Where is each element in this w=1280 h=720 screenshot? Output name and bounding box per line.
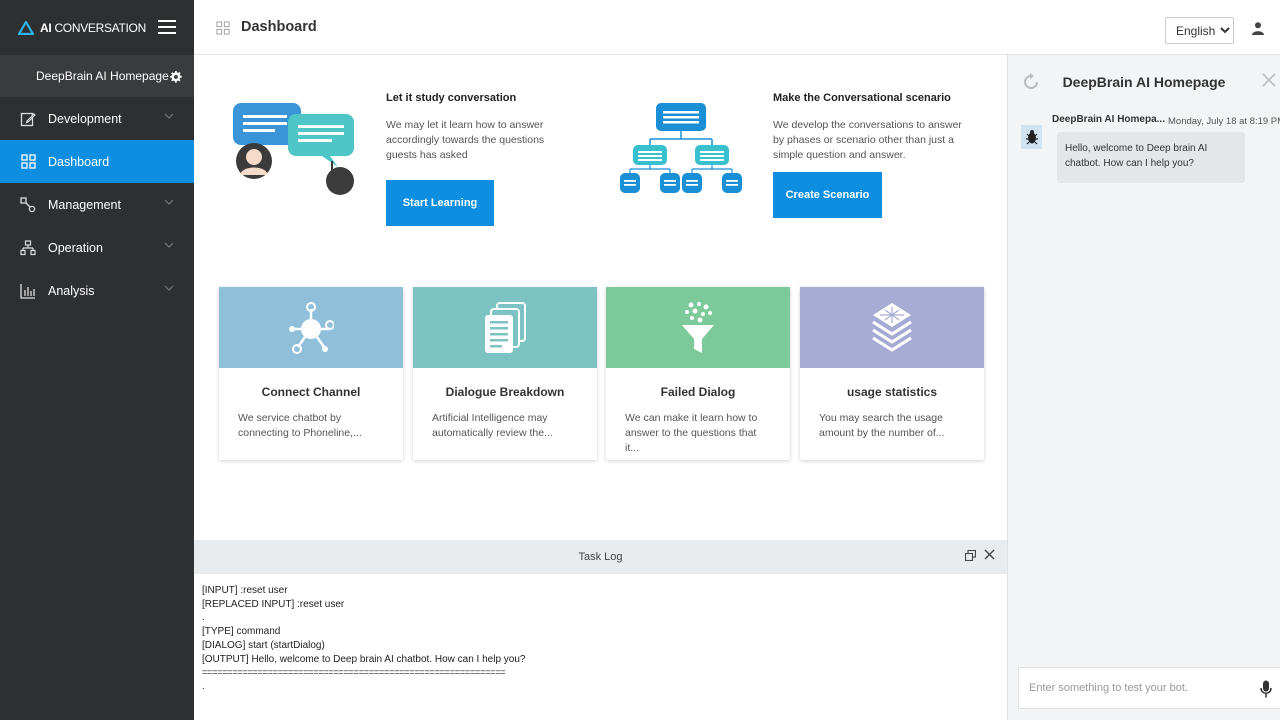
top-header: Dashboard English <box>194 0 1280 55</box>
log-line: [REPLACED INPUT] :reset user <box>202 598 345 610</box>
scenario-tree-illustration <box>620 103 742 193</box>
card-header <box>606 287 790 368</box>
card-title: usage statistics <box>846 385 938 399</box>
promo-description: We may let it learn how to answer accord… <box>386 119 545 161</box>
message-bubble: Hello, welcome to Deep brain AI chatbot.… <box>1057 132 1245 183</box>
gear-icon[interactable] <box>169 70 182 83</box>
card-dialogue-breakdown[interactable]: Dialogue Breakdown Artificial Intelligen… <box>413 287 597 460</box>
card-description: Artificial Intelligence may automaticall… <box>432 412 553 439</box>
chat-header: DeepBrain AI Homepage <box>1008 55 1280 109</box>
card-description: You may search the usage amount by the n… <box>819 412 945 439</box>
task-log-panel: Task Log [INPUT] :reset user [REPLACED I… <box>194 540 1007 720</box>
log-line: [TYPE] command <box>202 626 281 638</box>
close-icon[interactable] <box>984 549 995 560</box>
edit-icon <box>20 111 36 127</box>
chat-input[interactable] <box>1019 668 1249 708</box>
network-icon <box>289 301 334 354</box>
task-log-output: [INPUT] :reset user [REPLACED INPUT] :re… <box>194 574 1007 704</box>
card-header <box>800 287 984 368</box>
sidebar: AI CONVERSATION DeepBrain AI Homepage De… <box>0 0 194 720</box>
bot-avatar <box>1021 125 1042 149</box>
sidebar-item-label: Dashboard <box>48 154 110 169</box>
card-header <box>219 287 403 368</box>
documents-icon <box>485 301 526 353</box>
microphone-icon[interactable] <box>1260 680 1272 698</box>
sidebar-item-analysis[interactable]: Analysis <box>0 269 194 312</box>
task-log-title: Task Log <box>578 551 623 563</box>
brand-name: AI CONVERSATION <box>40 20 146 35</box>
card-title: Failed Dialog <box>660 385 736 399</box>
card-title: Connect Channel <box>261 385 361 399</box>
sidebar-item-label: Operation <box>48 240 103 255</box>
logo-icon <box>18 20 34 35</box>
promo-title: Let it study conversation <box>386 92 517 104</box>
bot-test-panel: DeepBrain AI Homepage DeepBrain AI Homep… <box>1007 55 1280 720</box>
hierarchy-icon <box>20 239 36 256</box>
message-timestamp: Monday, July 18 at 8:19 PM <box>1168 116 1280 127</box>
sidebar-item-label: Management <box>48 197 121 212</box>
card-failed-dialog[interactable]: Failed Dialog We can make it learn how t… <box>606 287 790 460</box>
start-learning-button[interactable]: Start Learning <box>386 180 494 226</box>
bar-chart-icon <box>20 283 36 299</box>
sidebar-item-development[interactable]: Development <box>0 97 194 140</box>
restore-window-icon[interactable] <box>965 550 976 561</box>
chevron-down-icon <box>164 285 174 291</box>
chevron-down-icon <box>164 242 174 248</box>
promo-scenario: Make the Conversational scenario We deve… <box>773 92 963 163</box>
layers-icon <box>872 302 912 352</box>
brand[interactable]: AI CONVERSATION <box>0 0 194 55</box>
menu-toggle-icon[interactable] <box>158 20 176 34</box>
card-usage-statistics[interactable]: usage statistics You may search the usag… <box>800 287 984 460</box>
chat-title: DeepBrain AI Homepage <box>1062 74 1226 90</box>
chevron-down-icon <box>164 113 174 119</box>
dashboard-icon <box>20 154 36 170</box>
sidebar-item-operation[interactable]: Operation <box>0 226 194 269</box>
promo-study: Let it study conversation We may let it … <box>386 92 576 163</box>
message-sender: DeepBrain AI Homepa... <box>1052 114 1165 125</box>
chat-input-container <box>1018 667 1280 709</box>
card-description: We can make it learn how to answer to th… <box>625 412 758 454</box>
promo-description: We develop the conversations to answer b… <box>773 119 962 161</box>
log-line: ========================================… <box>202 667 506 678</box>
card-title: Dialogue Breakdown <box>445 385 565 399</box>
user-icon[interactable] <box>1252 22 1264 35</box>
sidebar-item-dashboard[interactable]: Dashboard <box>0 140 194 183</box>
log-line: [DIALOG] start (startDialog) <box>202 639 325 651</box>
language-select[interactable]: English <box>1165 17 1234 44</box>
task-log-header: Task Log <box>194 540 1007 574</box>
create-scenario-button[interactable]: Create Scenario <box>773 172 882 218</box>
card-description: We service chatbot by connecting to Phon… <box>238 412 362 439</box>
log-line: [OUTPUT] Hello, welcome to Deep brain AI… <box>202 653 526 665</box>
dashboard-icon <box>216 21 230 35</box>
promo-title: Make the Conversational scenario <box>773 92 951 104</box>
project-selector[interactable]: DeepBrain AI Homepage <box>0 55 194 97</box>
dashboard-main: Let it study conversation We may let it … <box>194 55 1007 540</box>
card-header <box>413 287 597 368</box>
card-connect-channel[interactable]: Connect Channel We service chatbot by co… <box>219 287 403 460</box>
bot-icon <box>1025 130 1038 145</box>
chevron-down-icon <box>164 199 174 205</box>
sidebar-item-label: Analysis <box>48 283 95 298</box>
log-line: . <box>202 612 205 624</box>
log-line: . <box>202 680 205 692</box>
page-title: Dashboard <box>241 19 317 35</box>
funnel-icon <box>682 301 714 353</box>
sidebar-item-management[interactable]: Management <box>0 183 194 226</box>
close-icon[interactable] <box>1262 73 1276 87</box>
log-line: [INPUT] :reset user <box>202 585 288 596</box>
chat-people-illustration <box>233 103 354 195</box>
project-name: DeepBrain AI Homepage <box>36 69 169 83</box>
sidebar-item-label: Development <box>48 111 122 126</box>
management-icon <box>20 196 36 213</box>
